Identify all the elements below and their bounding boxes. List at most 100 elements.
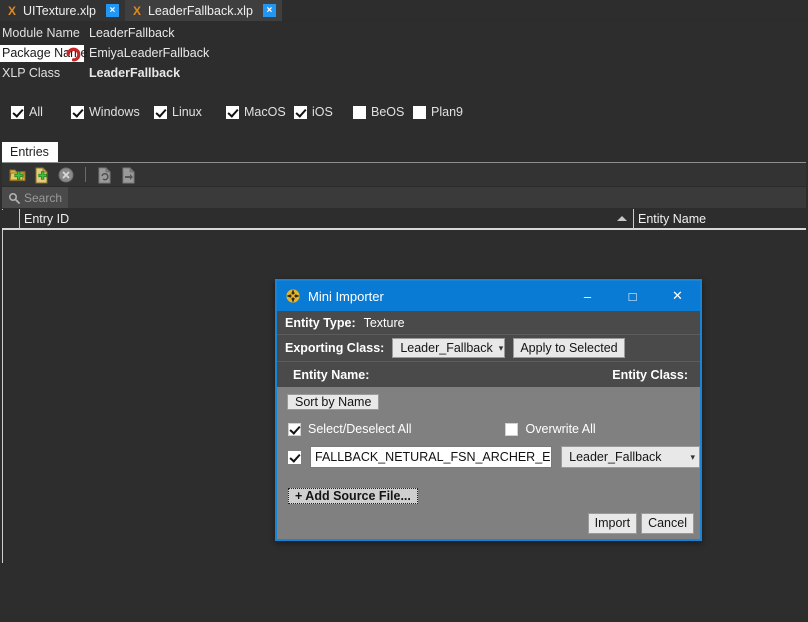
platform-checkbox-windows[interactable]: Windows — [71, 105, 154, 119]
platform-label: Linux — [172, 105, 202, 119]
dialog-column-headers: Entity Name: Entity Class: — [277, 362, 700, 387]
package-name-value[interactable]: EmiyaLeaderFallback — [84, 46, 209, 60]
platform-checkbox-macos[interactable]: MacOS — [226, 105, 294, 119]
toolbar-separator — [85, 167, 86, 182]
xlp-class-row: XLP Class LeaderFallback — [0, 63, 808, 83]
entity-type-row: Entity Type: Texture — [277, 311, 700, 335]
platform-label: Plan9 — [431, 105, 463, 119]
checkbox-icon[interactable] — [226, 105, 239, 119]
document-tab-label: LeaderFallback.xlp — [147, 3, 253, 18]
checkbox-icon[interactable] — [413, 105, 426, 119]
platform-label: MacOS — [244, 105, 286, 119]
export-file-icon — [120, 166, 138, 184]
entity-type-label: Entity Type: — [285, 315, 356, 330]
row-selector-gutter — [2, 209, 20, 229]
checkbox-icon[interactable] — [294, 105, 307, 119]
refresh-file-icon — [96, 166, 114, 184]
exporting-class-dropdown[interactable]: Leader_Fallback ▾ — [392, 338, 506, 358]
entries-toolbar — [2, 163, 806, 187]
dialog-header-band: Entity Type: Texture Exporting Class: Le… — [277, 311, 700, 387]
add-file-icon[interactable] — [33, 166, 51, 184]
sort-by-name-button[interactable]: Sort by Name — [287, 394, 380, 410]
item-name-input[interactable]: FALLBACK_NETURAL_FSN_ARCHER_EMIYA — [310, 446, 553, 468]
tab-entries[interactable]: Entries — [2, 142, 58, 162]
select-all-checkbox[interactable] — [288, 422, 301, 436]
document-tab-uitexture[interactable]: X UITexture.xlp × — [0, 0, 125, 21]
chevron-down-icon: ▾ — [690, 451, 695, 462]
entries-tab-strip: Entries — [0, 141, 808, 162]
mini-importer-dialog: Mini Importer – □ ✕ Entity Type: Texture… — [275, 279, 702, 541]
select-all-row: Select/Deselect All Overwrite All — [277, 418, 700, 440]
search-bar: Search — [2, 187, 806, 208]
cancel-button[interactable]: Cancel — [641, 513, 694, 534]
overwrite-all-group: Overwrite All — [504, 422, 596, 436]
entity-type-value: Texture — [363, 315, 405, 330]
platform-checkbox-all[interactable]: All — [11, 105, 71, 119]
apply-to-selected-button[interactable]: Apply to Selected — [513, 338, 625, 358]
column-header-entry-id[interactable]: Entry ID — [20, 209, 634, 229]
column-header-entity-name[interactable]: Entity Name — [634, 209, 806, 229]
maximize-icon[interactable]: □ — [610, 281, 655, 311]
module-info-block: Module Name LeaderFallback Package Name … — [0, 21, 808, 83]
platform-label: Windows — [89, 105, 140, 119]
column-header-entity-name: Entity Name: — [293, 367, 370, 382]
column-header-entity-class: Entity Class: — [612, 367, 688, 382]
dialog-footer: Import Cancel — [587, 513, 694, 534]
overwrite-all-label: Overwrite All — [525, 422, 596, 436]
checkbox-icon[interactable] — [154, 105, 167, 119]
document-tab-leaderfallback[interactable]: X LeaderFallback.xlp × — [124, 0, 282, 21]
dialog-body: Sort by Name Select/Deselect All Overwri… — [277, 387, 700, 506]
import-item-row: FALLBACK_NETURAL_FSN_ARCHER_EMIYA Leader… — [277, 445, 700, 469]
xlp-class-label: XLP Class — [2, 66, 61, 80]
checkbox-icon[interactable] — [353, 105, 366, 119]
platform-checkbox-linux[interactable]: Linux — [154, 105, 226, 119]
package-name-label[interactable]: Package Name — [0, 44, 87, 62]
overwrite-all-checkbox[interactable] — [504, 422, 518, 436]
application-window: X UITexture.xlp × X LeaderFallback.xlp ×… — [0, 0, 808, 622]
platform-checkbox-ios[interactable]: iOS — [294, 105, 353, 119]
item-entity-class-value: Leader_Fallback — [569, 450, 662, 464]
panel-left-rail — [2, 209, 3, 563]
module-name-label: Module Name — [2, 26, 80, 40]
exporting-class-row: Exporting Class: Leader_Fallback ▾ Apply… — [277, 335, 700, 362]
platform-checkbox-plan9[interactable]: Plan9 — [413, 105, 463, 119]
import-button[interactable]: Import — [587, 513, 638, 534]
module-name-value[interactable]: LeaderFallback — [84, 26, 174, 40]
dialog-title-bar[interactable]: Mini Importer – □ ✕ — [277, 281, 700, 311]
delete-icon — [57, 166, 75, 184]
platform-checkbox-beos[interactable]: BeOS — [353, 105, 413, 119]
select-all-label: Select/Deselect All — [308, 422, 412, 436]
sort-ascending-icon — [617, 216, 627, 221]
close-icon[interactable]: ✕ — [655, 281, 700, 311]
xlp-class-value[interactable]: LeaderFallback — [84, 66, 180, 80]
item-checkbox[interactable] — [288, 450, 301, 464]
close-icon[interactable]: × — [105, 4, 119, 17]
module-name-row: Module Name LeaderFallback — [0, 23, 808, 43]
dialog-title: Mini Importer — [308, 288, 384, 304]
add-source-file-button[interactable]: + Add Source File... — [288, 488, 418, 504]
close-icon[interactable]: × — [262, 4, 276, 17]
platform-filter-row: All Windows Linux MacOS iOS BeOS Plan9 — [0, 101, 808, 123]
platform-label: All — [29, 105, 43, 119]
chevron-down-icon: ▾ — [498, 342, 504, 353]
minimize-icon[interactable]: – — [565, 281, 610, 311]
add-source-row: + Add Source File... — [277, 486, 700, 506]
platform-label: iOS — [312, 105, 333, 119]
column-label: Entity Name — [638, 212, 707, 226]
search-icon — [8, 192, 20, 204]
item-entity-class-dropdown[interactable]: Leader_Fallback ▾ — [561, 446, 700, 468]
sort-row: Sort by Name — [277, 393, 700, 412]
add-folder-icon[interactable] — [9, 166, 27, 184]
xlp-file-icon: X — [8, 3, 17, 18]
search-input[interactable]: Search — [2, 187, 68, 208]
tab-bar-filler — [281, 0, 808, 20]
checkbox-icon[interactable] — [71, 105, 84, 119]
column-label: Entry ID — [24, 212, 70, 226]
package-name-row: Package Name EmiyaLeaderFallback — [0, 43, 808, 63]
revert-icon[interactable] — [65, 45, 82, 62]
wrench-icon — [286, 289, 300, 303]
platform-label: BeOS — [371, 105, 405, 119]
checkbox-icon[interactable] — [11, 105, 24, 119]
document-tab-label: UITexture.xlp — [23, 3, 96, 18]
exporting-class-value: Leader_Fallback — [400, 341, 493, 355]
